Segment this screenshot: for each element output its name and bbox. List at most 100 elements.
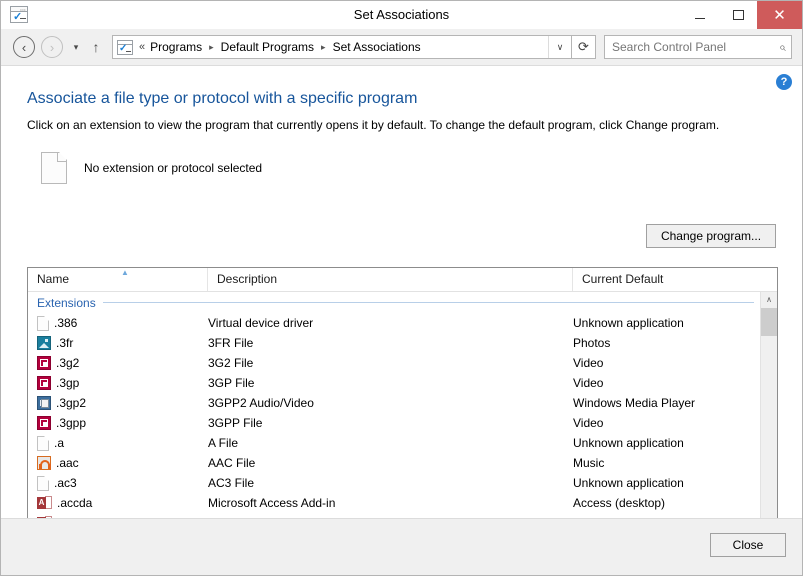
music-file-icon (37, 456, 51, 470)
vertical-scroll-track[interactable] (761, 308, 777, 536)
cell-extension-name: .386 (28, 316, 208, 331)
cell-current-default: Photos (573, 336, 760, 350)
close-button[interactable]: Close (710, 533, 786, 557)
refresh-button[interactable]: ⟳ (572, 35, 596, 59)
cell-current-default: Windows Media Player (573, 396, 760, 410)
photo-file-icon (37, 336, 51, 350)
arrow-up-icon: ↑ (93, 39, 100, 55)
breadcrumb-item-set-associations[interactable]: Set Associations (333, 40, 421, 54)
cell-extension-name: .3gpp (28, 416, 208, 430)
group-header-label: Extensions (37, 296, 96, 310)
close-icon: ✕ (773, 8, 786, 23)
address-bar[interactable]: ✓ « Programs ▸ Default Programs ▸ Set As… (112, 35, 572, 59)
search-input[interactable] (610, 39, 779, 55)
sort-ascending-icon: ▲ (121, 269, 129, 277)
extension-label: .ac3 (54, 476, 77, 490)
blank-document-icon (41, 152, 67, 184)
breadcrumb-overflow-icon[interactable]: « (139, 41, 145, 53)
cell-extension-name: .ac3 (28, 476, 208, 491)
cell-description: Microsoft Access Add-in (208, 496, 573, 510)
extension-label: .386 (54, 316, 77, 330)
breadcrumb-item-programs[interactable]: Programs (150, 40, 202, 54)
cell-current-default: Music (573, 456, 760, 470)
cell-description: AC3 File (208, 476, 573, 490)
cell-extension-name: .3g2 (28, 356, 208, 370)
close-window-button[interactable]: ✕ (757, 1, 802, 29)
table-row[interactable]: .3gpp3GPP FileVideo (28, 413, 760, 433)
window-controls: ✕ (681, 1, 802, 29)
recent-locations-button[interactable]: ▾ (68, 42, 84, 53)
title-bar: ••• ✓ Set Associations ✕ (1, 1, 802, 29)
breadcrumb-separator-icon: ▸ (321, 42, 326, 53)
maximize-button[interactable] (719, 1, 757, 29)
wmp-file-icon (37, 396, 51, 410)
table-row[interactable]: .3g23G2 FileVideo (28, 353, 760, 373)
help-icon[interactable]: ? (776, 74, 792, 90)
cell-extension-name: .aac (28, 456, 208, 470)
extension-label: .3gpp (56, 416, 86, 430)
search-box[interactable]: ⌕ (604, 35, 792, 59)
selection-status-text: No extension or protocol selected (84, 161, 262, 175)
address-dropdown-icon[interactable]: ∨ (548, 36, 571, 58)
cell-description: A File (208, 436, 573, 450)
cell-extension-name: .3gp2 (28, 396, 208, 410)
column-header-name-label: Name (37, 272, 69, 286)
cell-description: AAC File (208, 456, 573, 470)
cell-description: Virtual device driver (208, 316, 573, 330)
forward-button[interactable]: › (41, 36, 63, 58)
change-program-button[interactable]: Change program... (646, 224, 776, 248)
up-button[interactable]: ↑ (86, 40, 106, 54)
page-description: Click on an extension to view the progra… (27, 108, 776, 132)
cell-current-default: Unknown application (573, 316, 760, 330)
table-row[interactable]: .a A FileUnknown application (28, 433, 760, 453)
cell-current-default: Unknown application (573, 476, 760, 490)
extension-label: .3gp (56, 376, 79, 390)
extension-label: .3fr (56, 336, 73, 350)
video-file-icon (37, 356, 51, 370)
set-associations-window: ••• ✓ Set Associations ✕ ‹ › ▾ ↑ ✓ « Pro… (0, 0, 803, 576)
vertical-scrollbar[interactable]: ∧ ∨ (760, 292, 777, 552)
table-row[interactable]: .3gp 3GP FileVideo (28, 373, 760, 393)
selection-summary: No extension or protocol selected (27, 148, 776, 188)
minimize-button[interactable] (681, 1, 719, 29)
extension-label: .accda (57, 496, 92, 510)
group-header-extensions: Extensions (28, 292, 760, 313)
cell-extension-name: .3fr (28, 336, 208, 350)
table-row[interactable]: .3gp23GPP2 Audio/VideoWindows Media Play… (28, 393, 760, 413)
blank-file-icon (37, 436, 49, 451)
page-title: Associate a file type or protocol with a… (27, 66, 776, 108)
column-header-name[interactable]: Name ▲ (28, 268, 208, 291)
cell-current-default: Video (573, 376, 760, 390)
cell-description: 3G2 File (208, 356, 573, 370)
extension-label: .3g2 (56, 356, 79, 370)
table-row[interactable]: .386 Virtual device driverUnknown applica… (28, 313, 760, 333)
back-button[interactable]: ‹ (13, 36, 35, 58)
group-header-rule (103, 302, 754, 303)
table-row[interactable]: .ac3 AC3 FileUnknown application (28, 473, 760, 493)
vertical-scroll-thumb[interactable] (761, 308, 777, 336)
breadcrumb-separator-icon: ▸ (209, 42, 214, 53)
extension-label: .aac (56, 456, 79, 470)
list-rows: Extensions .386Virtual device driverUnkn… (28, 292, 760, 552)
scroll-up-button[interactable]: ∧ (761, 292, 777, 308)
cell-current-default: Unknown application (573, 436, 760, 450)
navigation-bar: ‹ › ▾ ↑ ✓ « Programs ▸ Default Programs … (1, 29, 802, 65)
cell-description: 3GPP2 Audio/Video (208, 396, 573, 410)
refresh-icon: ⟳ (578, 39, 589, 55)
column-header-current-default[interactable]: Current Default (573, 268, 777, 291)
cell-description: 3GPP File (208, 416, 573, 430)
forward-arrow-icon: › (50, 41, 54, 54)
column-header-description[interactable]: Description (208, 268, 573, 291)
breadcrumb-item-default-programs[interactable]: Default Programs (221, 40, 314, 54)
table-row[interactable]: A.accdaMicrosoft Access Add-inAccess (de… (28, 493, 760, 513)
blank-file-icon (37, 476, 49, 491)
cell-description: 3FR File (208, 336, 573, 350)
cell-description: 3GP File (208, 376, 573, 390)
access-letter-icon: A (37, 497, 46, 509)
video-file-icon (37, 376, 51, 390)
video-file-icon (37, 416, 51, 430)
table-row[interactable]: .3fr 3FR FilePhotos (28, 333, 760, 353)
table-row[interactable]: .aac AAC FileMusic (28, 453, 760, 473)
extension-label: .a (54, 436, 64, 450)
blank-file-icon (37, 316, 49, 331)
